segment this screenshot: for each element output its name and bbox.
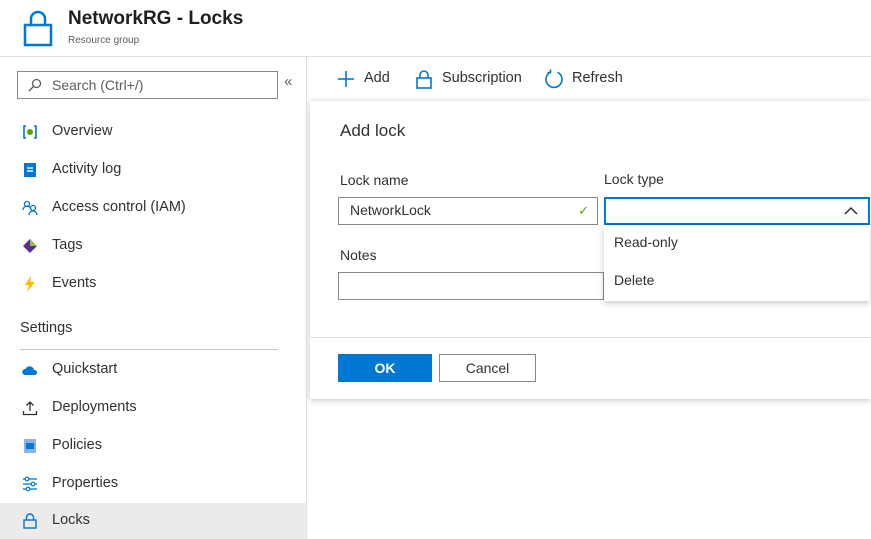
page-header: NetworkRG - Locks Resource group [0,0,871,57]
refresh-label: Refresh [572,70,623,86]
sidebar-item-policies[interactable]: Policies [0,428,306,464]
sidebar-item-label: Access control (IAM) [52,199,186,215]
sidebar-item-activity-log[interactable]: Activity log [0,152,306,188]
option-read-only[interactable]: Read-only [604,225,870,263]
sidebar-item-label: Locks [52,512,90,528]
sidebar-item-locks[interactable]: Locks [0,503,306,539]
policy-icon [24,439,36,453]
option-label: Delete [614,272,655,288]
lock-type-dropdown: Read-only Delete [604,225,870,301]
search-input[interactable]: Search (Ctrl+/) [17,71,278,99]
add-lock-panel: Add lock Lock name NetworkLock ✓ Lock ty… [310,101,871,399]
sidebar-item-label: Deployments [52,399,137,415]
sidebar-item-overview[interactable]: Overview [0,114,306,150]
panel-divider [310,337,871,338]
option-delete[interactable]: Delete [604,263,870,301]
page-title: NetworkRG - Locks [68,8,244,29]
sidebar-item-tags[interactable]: Tags [0,228,306,264]
command-bar: Add Subscription Refresh [308,57,871,101]
sidebar-item-deployments[interactable]: Deployments [0,390,306,426]
search-placeholder: Search (Ctrl+/) [52,77,144,93]
option-label: Read-only [614,234,678,250]
iam-icon [22,200,38,216]
lock-icon [416,70,432,89]
notes-label: Notes [340,247,377,263]
sidebar-item-label: Properties [52,475,119,491]
chevron-up-icon [844,206,858,215]
lock-name-label: Lock name [340,172,409,188]
lock-type-select[interactable] [604,197,870,225]
subscription-button[interactable]: Subscription [414,67,536,91]
sidebar-item-events[interactable]: Events [0,266,306,302]
sidebar-item-label: Events [52,275,97,291]
sidebar-item-iam[interactable]: Access control (IAM) [0,190,306,226]
lock-icon [23,10,53,47]
cloud-icon [22,366,38,375]
sidebar-item-quickstart[interactable]: Quickstart [0,352,306,388]
refresh-icon [545,69,563,89]
upload-icon [22,401,38,416]
lock-name-value: NetworkLock [350,202,431,218]
properties-icon [23,476,37,492]
section-divider [20,349,278,350]
settings-section-title: Settings [20,320,73,336]
plus-icon [338,71,354,87]
overview-icon [23,125,37,139]
sidebar-item-properties[interactable]: Properties [0,466,306,502]
panel-title: Add lock [340,121,406,140]
add-button[interactable]: Add [336,67,398,91]
lock-name-field[interactable]: NetworkLock ✓ [338,197,598,225]
collapse-sidebar-button[interactable]: « [284,73,292,90]
tag-icon [23,239,37,253]
refresh-button[interactable]: Refresh [544,67,636,91]
lock-icon [23,513,37,529]
page-subtitle: Resource group [68,35,140,46]
sidebar-item-label: Activity log [52,161,122,177]
cancel-button[interactable]: Cancel [439,354,536,382]
notes-field[interactable] [338,272,604,300]
ok-button[interactable]: OK [338,354,432,382]
lock-type-label: Lock type [604,171,664,187]
checkmark-icon: ✓ [578,203,589,218]
activity-log-icon [24,163,36,177]
add-label: Add [364,70,390,86]
search-icon [28,78,42,92]
lightning-icon [25,276,35,292]
sidebar-item-label: Overview [52,123,113,139]
sidebar-item-label: Quickstart [52,361,118,377]
subscription-label: Subscription [442,70,522,86]
sidebar-item-label: Tags [52,237,83,253]
sidebar-item-label: Policies [52,437,102,453]
sidebar: Search (Ctrl+/) « Overview Activity log … [0,57,307,539]
